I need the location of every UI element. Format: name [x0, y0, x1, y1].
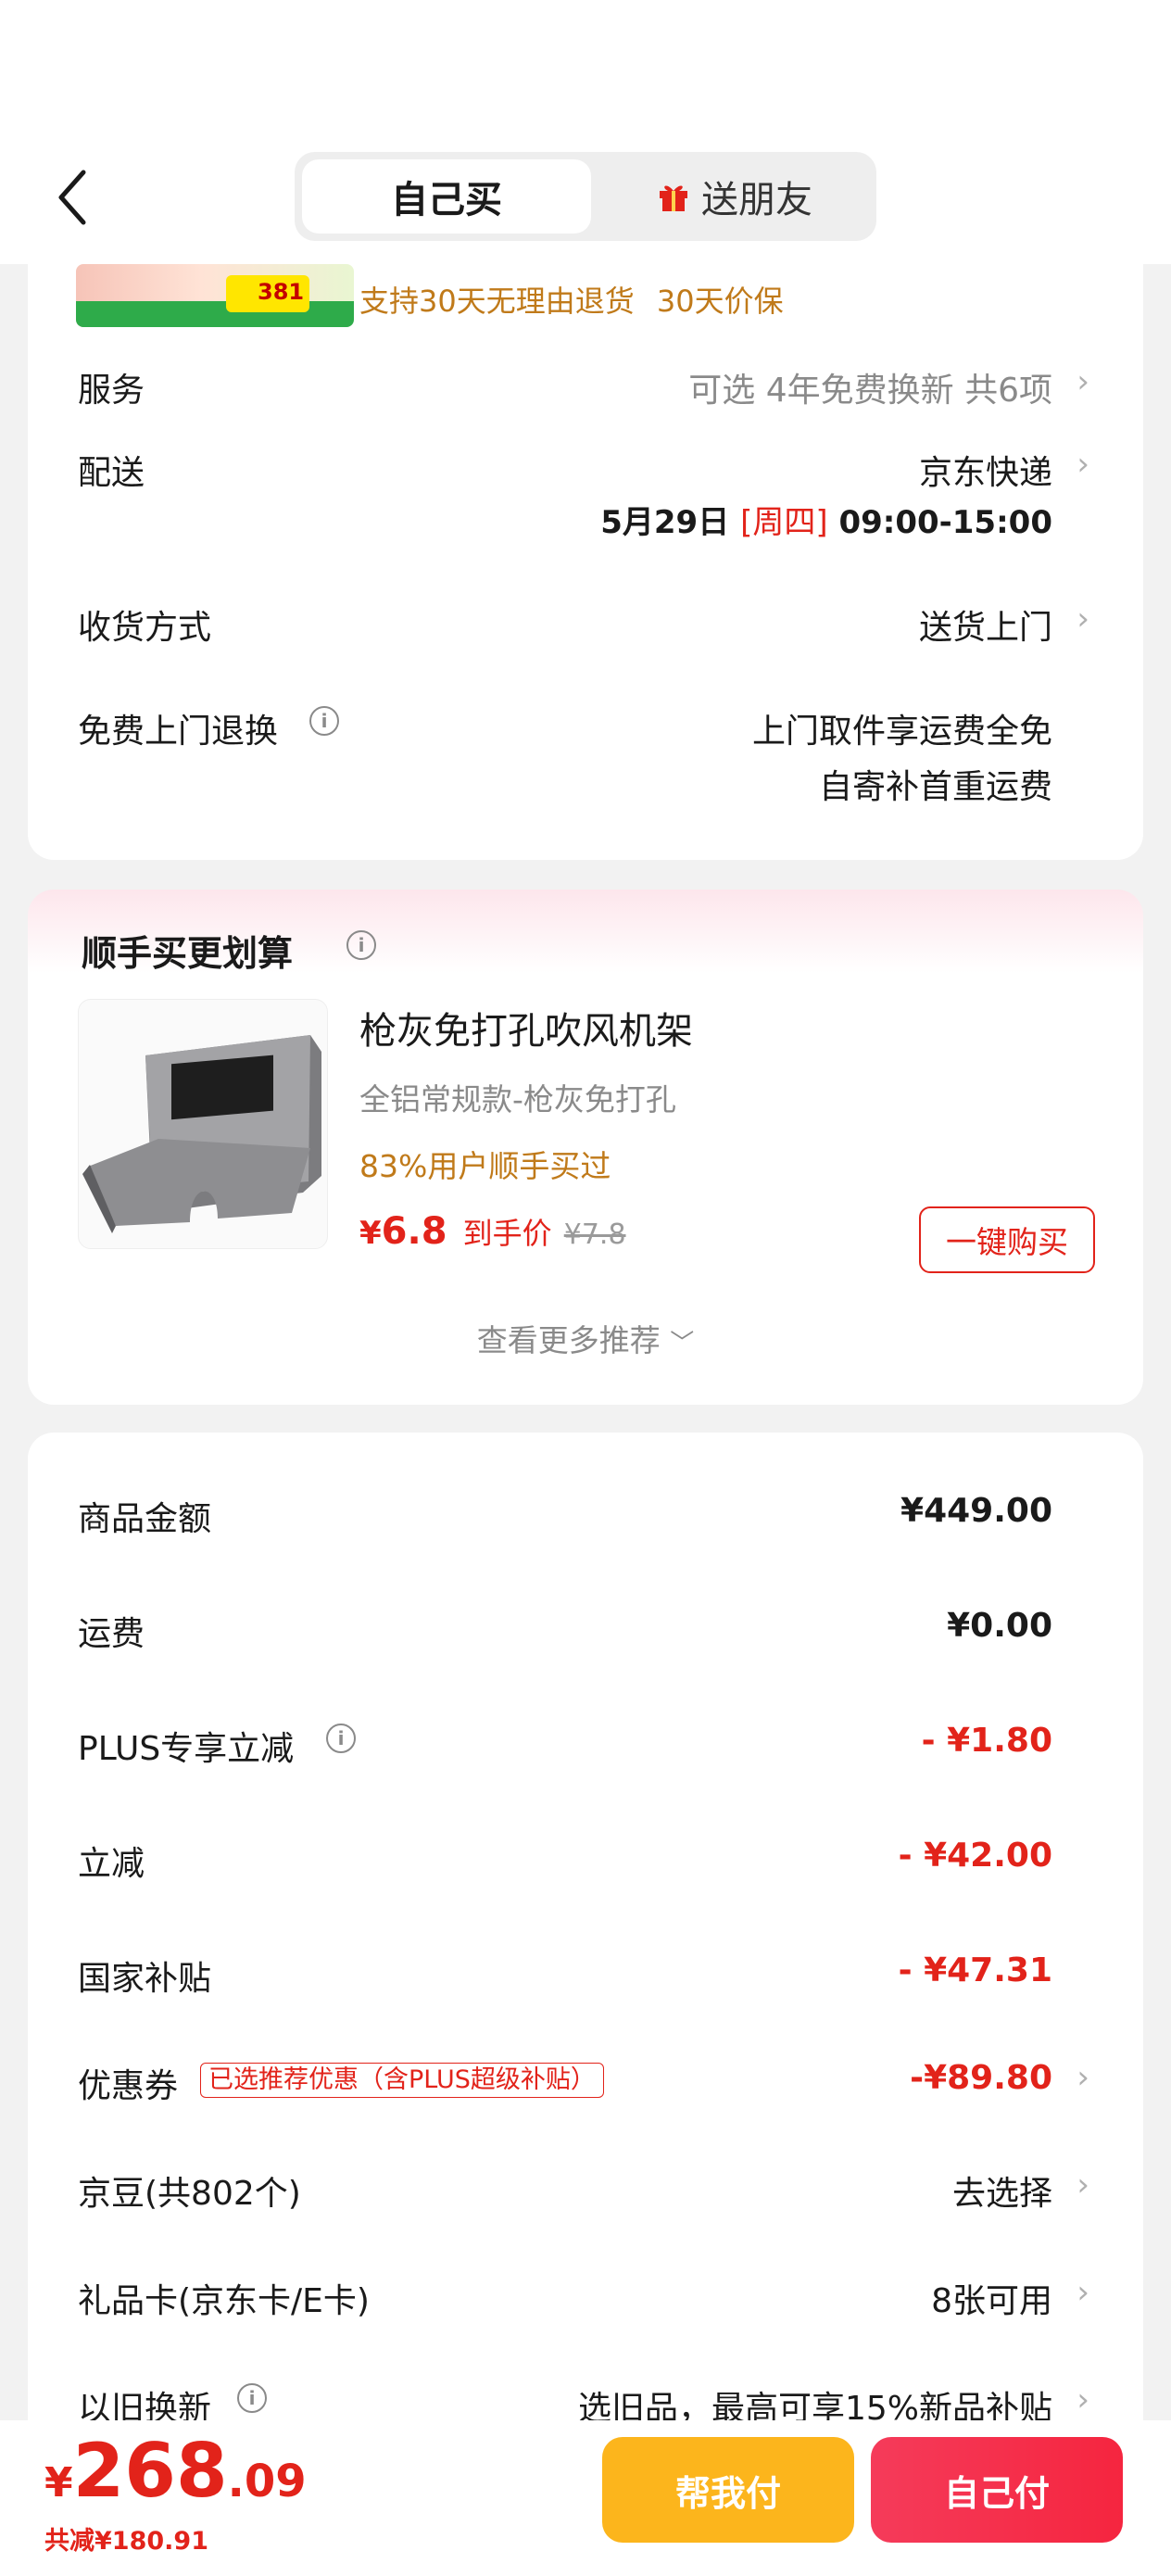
- total-integer: 268: [72, 2428, 228, 2514]
- delivery-time: 5月29日 [周四] 09:00-15:00: [600, 497, 1052, 542]
- plus-discount-value: - ¥1.80: [921, 1722, 1052, 1760]
- trade-in-chevron-icon[interactable]: ›: [1077, 2381, 1089, 2418]
- addon-price-label: 到手价: [462, 1216, 552, 1251]
- goods-amount-label: 商品金额: [78, 1500, 212, 1538]
- top-header: 自己买 送朋友: [0, 0, 1171, 264]
- checkout-bar: ¥268.09 共减¥180.91 帮我付 自己付: [0, 2420, 1171, 2576]
- receive-method-label: 收货方式: [78, 609, 212, 647]
- service-value[interactable]: 可选 4年免费换新 共6项: [688, 363, 1052, 411]
- one-click-buy-label: 一键购买: [946, 1224, 1068, 1260]
- more-recommend-label: 查看更多推荐: [476, 1322, 661, 1358]
- product-promo-thumbnail: 381: [76, 264, 354, 327]
- service-chevron-icon[interactable]: ›: [1077, 363, 1089, 400]
- freight-label: 运费: [78, 1615, 145, 1653]
- service-label: 服务: [78, 372, 145, 410]
- addon-card: 顺手买更划算 i 枪灰免打孔吹风机架 全铝常规款-枪灰免打孔 83%用户顺手买过…: [28, 890, 1143, 1405]
- receive-method-value[interactable]: 送货上门: [919, 600, 1052, 649]
- trade-in-info-icon[interactable]: i: [237, 2383, 267, 2413]
- back-arrow-icon: [58, 170, 86, 225]
- total-currency: ¥: [44, 2459, 73, 2507]
- back-button[interactable]: [56, 165, 93, 230]
- product-service-note: 支持30天无理由退货 30天价保: [359, 278, 784, 321]
- total-decimal: .09: [227, 2456, 307, 2507]
- total-saved: 共减¥180.91: [44, 2527, 208, 2556]
- self-pay-button[interactable]: 自己付: [871, 2437, 1123, 2543]
- delivery-chevron-icon[interactable]: ›: [1077, 446, 1089, 483]
- no-reason-return: 支持30天无理由退货: [359, 284, 635, 319]
- addon-product-name[interactable]: 枪灰免打孔吹风机架: [359, 1001, 693, 1054]
- self-pay-label: 自己付: [943, 2472, 1050, 2514]
- goods-amount-value: ¥449.00: [900, 1492, 1052, 1530]
- one-click-buy-button[interactable]: 一键购买: [919, 1206, 1095, 1273]
- free-return-line1: 上门取件享运费全免: [751, 713, 1052, 751]
- chevron-down-icon: ﹀: [670, 1330, 695, 1357]
- delivery-weekday: [周四]: [740, 504, 828, 541]
- coupon-value[interactable]: -¥89.80: [910, 2059, 1052, 2097]
- addon-info-icon[interactable]: i: [346, 930, 376, 960]
- gift-card-chevron-icon[interactable]: ›: [1077, 2274, 1089, 2311]
- addon-price-value: 6.8: [381, 1210, 447, 1253]
- shipping-card: 381 支持30天无理由退货 30天价保 服务 可选 4年免费换新 共6项 › …: [28, 222, 1143, 860]
- jingdou-label: 京豆(共802个): [78, 2175, 301, 2213]
- tab-self-buy-label: 自己买: [391, 179, 502, 221]
- delivery-value[interactable]: 京东快递: [919, 446, 1052, 494]
- addon-product-spec: 全铝常规款-枪灰免打孔: [359, 1081, 676, 1118]
- national-subsidy-label: 国家补贴: [78, 1960, 212, 1998]
- help-pay-button[interactable]: 帮我付: [602, 2437, 854, 2543]
- price-summary-card: 商品金额 ¥449.00 运费 ¥0.00 PLUS专享立减 i - ¥1.80…: [28, 1433, 1143, 2452]
- jingdou-chevron-icon[interactable]: ›: [1077, 2166, 1089, 2203]
- coupon-chevron-icon[interactable]: ›: [1077, 2059, 1089, 2096]
- instant-discount-label: 立减: [78, 1845, 145, 1883]
- tab-gift-friend-label: 送朋友: [701, 179, 812, 221]
- addon-price: ¥6.8 到手价 ¥7.8: [359, 1210, 626, 1253]
- plus-discount-label: PLUS专享立减: [78, 1730, 295, 1768]
- free-return-label: 免费上门退换: [78, 713, 279, 751]
- free-return-info-icon[interactable]: i: [309, 706, 339, 736]
- gift-card-value[interactable]: 8张可用: [931, 2274, 1052, 2322]
- purchase-mode-switch: 自己买 送朋友: [295, 152, 876, 241]
- thumb-price: 381: [258, 279, 305, 305]
- addon-original-price: ¥7.8: [563, 1219, 626, 1251]
- free-return-line2: 自寄补首重运费: [818, 768, 1052, 806]
- price-protect: 30天价保: [656, 284, 784, 319]
- coupon-label: 优惠券: [78, 2067, 179, 2105]
- tab-self-buy[interactable]: 自己买: [302, 159, 591, 234]
- addon-buy-rate: 83%用户顺手买过: [359, 1148, 611, 1184]
- gift-card-label: 礼品卡(京东卡/E卡): [78, 2282, 370, 2320]
- help-pay-label: 帮我付: [674, 2472, 781, 2514]
- more-recommend-link[interactable]: 查看更多推荐 ﹀: [28, 1316, 1143, 1360]
- receive-method-chevron-icon[interactable]: ›: [1077, 600, 1089, 638]
- total-price: ¥268.09: [44, 2428, 307, 2514]
- national-subsidy-value: - ¥47.31: [898, 1951, 1052, 1989]
- plus-discount-info-icon[interactable]: i: [326, 1724, 356, 1753]
- delivery-date: 5月29日: [600, 504, 730, 541]
- freight-value: ¥0.00: [947, 1607, 1052, 1645]
- gift-icon: [657, 180, 690, 213]
- addon-title: 顺手买更划算: [82, 933, 294, 974]
- delivery-window: 09:00-15:00: [838, 504, 1052, 541]
- addon-product-image[interactable]: [78, 999, 328, 1249]
- addon-price-symbol: ¥: [359, 1215, 382, 1252]
- instant-discount-value: - ¥42.00: [898, 1837, 1052, 1875]
- delivery-label: 配送: [78, 454, 145, 492]
- tab-gift-friend[interactable]: 送朋友: [600, 159, 869, 234]
- coupon-tag: 已选推荐优惠（含PLUS超级补贴）: [200, 2063, 604, 2098]
- jingdou-value[interactable]: 去选择: [952, 2166, 1052, 2215]
- hair-dryer-rack-icon: [82, 1035, 321, 1233]
